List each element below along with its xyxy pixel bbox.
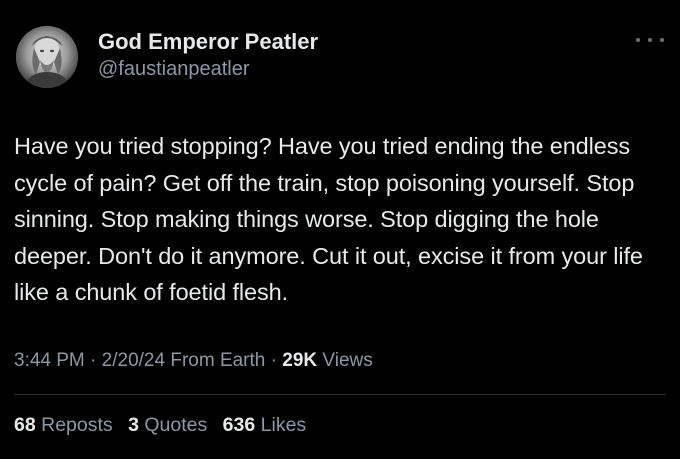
more-horizontal-icon[interactable]	[636, 32, 664, 48]
reposts-count: 68	[14, 414, 36, 436]
more-dot	[660, 38, 664, 42]
quotes-label: Quotes	[144, 414, 208, 436]
tweet-date[interactable]: 2/20/24	[102, 350, 165, 371]
avatar[interactable]	[16, 26, 78, 88]
reposts-label: Reposts	[41, 414, 113, 436]
more-dot	[636, 38, 640, 42]
meta-separator: ·	[265, 350, 283, 371]
divider	[14, 394, 666, 395]
meta-separator: ·	[84, 350, 102, 371]
likes-label: Likes	[260, 414, 307, 436]
quotes-stat[interactable]: 3 Quotes	[128, 414, 207, 436]
more-dot	[648, 38, 652, 42]
likes-stat[interactable]: 636 Likes	[223, 414, 307, 436]
tweet-header: God Emperor Peatler @faustianpeatler	[14, 24, 664, 88]
tweet-meta: 3:44 PM · 2/20/24 From Earth · 29K Views	[14, 348, 373, 374]
tweet-text: Have you tried stopping? Have you tried …	[14, 133, 643, 305]
tweet-stats: 68 Reposts 3 Quotes 636 Likes	[14, 412, 316, 438]
tweet-card: God Emperor Peatler @faustianpeatler Hav…	[0, 0, 680, 459]
views-count: 29K	[282, 350, 318, 371]
reposts-stat[interactable]: 68 Reposts	[14, 414, 113, 436]
views-label: Views	[317, 350, 373, 371]
quotes-count: 3	[128, 414, 139, 436]
avatar-portrait-icon	[16, 26, 78, 88]
author-names: God Emperor Peatler @faustianpeatler	[98, 28, 318, 82]
tweet-source: From Earth	[165, 350, 266, 371]
tweet-time[interactable]: 3:44 PM	[14, 350, 85, 371]
likes-count: 636	[222, 414, 256, 436]
author-display-name[interactable]: God Emperor Peatler	[98, 28, 318, 56]
author-handle[interactable]: @faustianpeatler	[98, 56, 318, 82]
